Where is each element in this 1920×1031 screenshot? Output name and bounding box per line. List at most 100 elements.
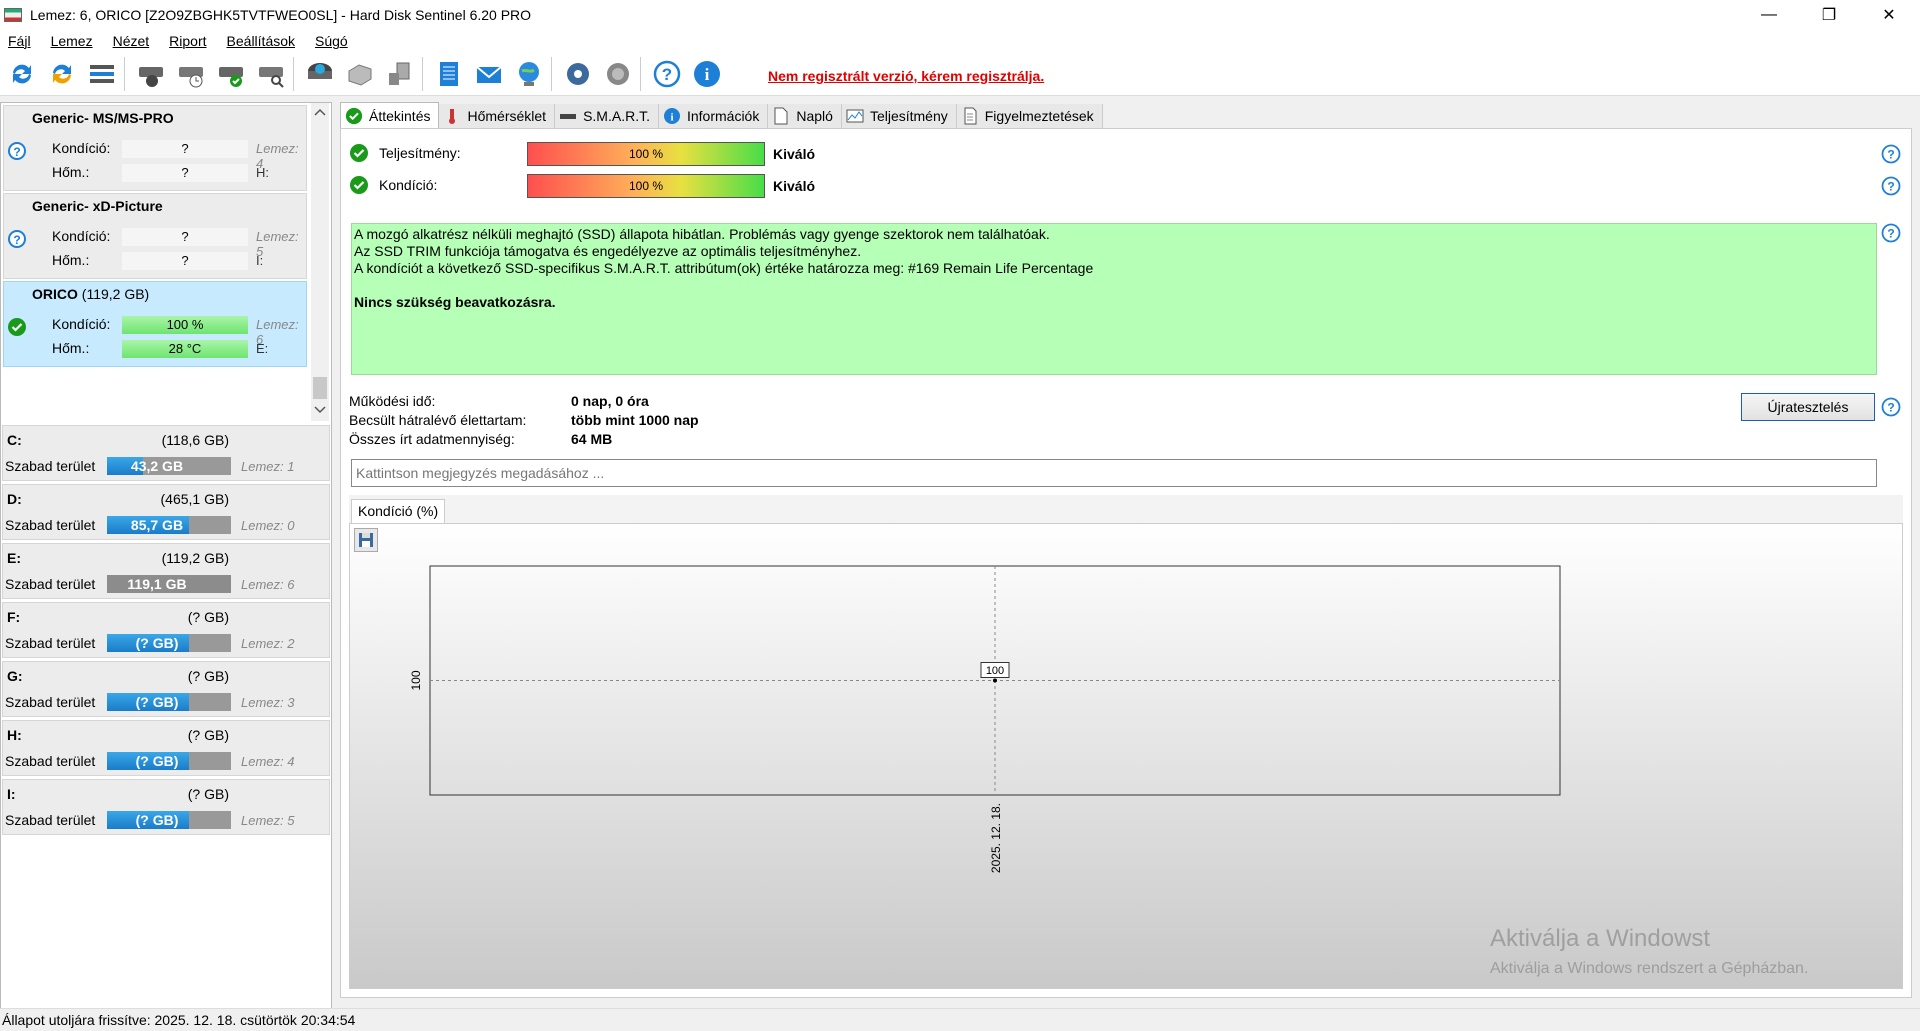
disk-timer-icon[interactable] — [173, 56, 209, 92]
disk-test-icon[interactable] — [133, 56, 169, 92]
scrollbar-thumb[interactable] — [313, 377, 327, 399]
disk-card[interactable]: Generic- xD-Picture ? Kondíció: ? Lemez:… — [3, 193, 307, 279]
alert-icon — [961, 107, 979, 125]
tab-alerts[interactable]: Figyelmeztetések — [956, 104, 1103, 128]
refresh-icon[interactable] — [4, 56, 40, 92]
partition-letter: H: — [7, 727, 22, 743]
tab-overview[interactable]: Áttekintés — [340, 102, 440, 128]
web-icon[interactable] — [511, 56, 547, 92]
temp-label: Hőm.: — [52, 164, 90, 180]
svg-text:?: ? — [1887, 180, 1894, 194]
x-tick-label: 2025. 12. 18. — [989, 803, 1003, 873]
disk-drive-icon[interactable] — [302, 56, 338, 92]
free-space-bar: 85,7 GB — [107, 516, 231, 534]
partition-item[interactable]: F: (? GB) Szabad terület (? GB) Lemez: 2 — [2, 602, 330, 658]
partition-size: (? GB) — [187, 668, 229, 684]
disk-list-icon[interactable] — [84, 56, 120, 92]
chevron-down-icon[interactable] — [314, 405, 326, 415]
data-point — [993, 678, 997, 683]
free-space-value: (? GB) — [135, 753, 179, 769]
condition-label: Kondíció: — [379, 177, 438, 193]
tab-information[interactable]: i Információk — [658, 104, 769, 128]
note-input[interactable]: Kattintson megjegyzés megadásához ... — [351, 459, 1877, 487]
report-icon[interactable] — [431, 56, 467, 92]
tab-label: Napló — [796, 108, 833, 124]
free-space-bar: (? GB) — [107, 693, 231, 711]
menu-file[interactable]: Fájl — [8, 33, 31, 49]
menu-help[interactable]: Súgó — [315, 33, 348, 49]
tab-smart[interactable]: S.M.A.R.T. — [555, 104, 659, 128]
free-space-value: (? GB) — [135, 812, 179, 828]
partition-disk: Lemez: 6 — [241, 577, 295, 592]
free-space-bar: (? GB) — [107, 752, 231, 770]
tab-label: Figyelmeztetések — [984, 108, 1094, 124]
tab-temperature[interactable]: Hőmérséklet — [439, 104, 556, 128]
help-icon[interactable]: ? — [1881, 223, 1901, 243]
partition-item[interactable]: H: (? GB) Szabad terület (? GB) Lemez: 4 — [2, 720, 330, 776]
disk-ok-icon[interactable] — [213, 56, 249, 92]
partition-item[interactable]: E: (119,2 GB) Szabad terület 119,1 GB Le… — [2, 543, 330, 599]
network-icon[interactable] — [382, 56, 418, 92]
unregistered-link[interactable]: Nem regisztrált verzió, kérem regisztrál… — [768, 68, 1044, 84]
printer-icon[interactable] — [342, 56, 378, 92]
minimize-button[interactable]: — — [1740, 0, 1798, 30]
disk-card[interactable]: Generic- MS/MS-PRO ? Kondíció: ? Lemez: … — [3, 105, 307, 191]
settings-icon[interactable] — [560, 56, 596, 92]
close-button[interactable]: ✕ — [1860, 0, 1918, 30]
drive-letter: E: — [256, 341, 269, 356]
free-space-label: Szabad terület — [5, 753, 96, 769]
tab-label: S.M.A.R.T. — [583, 108, 650, 124]
partition-size: (? GB) — [187, 727, 229, 743]
help-icon[interactable]: ? — [1881, 144, 1901, 164]
menu-bar: Fájl Lemez Nézet Riport Beállítások Súgó — [0, 30, 1920, 52]
partition-size: (465,1 GB) — [160, 491, 229, 507]
condition-value: ? — [122, 140, 248, 158]
partition-item[interactable]: C: (118,6 GB) Szabad terület 43,2 GB Lem… — [2, 425, 330, 481]
lifetime-label: Becsült hátralévő élettartam: — [349, 412, 527, 428]
help-icon[interactable]: ? — [649, 56, 685, 92]
svg-text:i: i — [670, 112, 673, 124]
retest-button[interactable]: Újratesztelés — [1741, 393, 1875, 421]
disk-search-icon[interactable] — [253, 56, 289, 92]
mail-icon[interactable] — [471, 56, 507, 92]
info-icon[interactable]: i — [689, 56, 725, 92]
disk-number: Lemez: 5 — [256, 229, 299, 259]
free-space-bar: 119,1 GB — [107, 575, 231, 593]
partition-item[interactable]: D: (465,1 GB) Szabad terület 85,7 GB Lem… — [2, 484, 330, 540]
condition-value: ? — [122, 228, 248, 246]
uptime-label: Működési idő: — [349, 393, 436, 409]
maximize-button[interactable]: ❐ — [1800, 0, 1858, 30]
disk-size: (119,2 GB) — [81, 286, 150, 302]
activation-watermark-title: Aktiválja a Windowst — [1490, 925, 1711, 952]
disk-name: Generic- MS/MS-PRO — [32, 110, 174, 126]
menu-report[interactable]: Riport — [169, 33, 206, 49]
temp-value: ? — [122, 252, 248, 270]
partition-size: (118,6 GB) — [161, 432, 229, 448]
left-panel: Generic- MS/MS-PRO ? Kondíció: ? Lemez: … — [0, 102, 332, 1010]
partition-item[interactable]: I: (? GB) Szabad terület (? GB) Lemez: 5 — [2, 779, 330, 835]
title-bar: Lemez: 6, ORICO [Z2O9ZBGHK5TVTFWEO0SL] -… — [0, 0, 1920, 30]
sound-icon[interactable] — [600, 56, 636, 92]
help-icon[interactable]: ? — [1881, 176, 1901, 196]
partition-letter: C: — [7, 432, 22, 448]
tab-performance[interactable]: Teljesítmény — [841, 104, 957, 128]
partition-item[interactable]: G: (? GB) Szabad terület (? GB) Lemez: 3 — [2, 661, 330, 717]
disk-card-selected[interactable]: ORICO (119,2 GB) Kondíció: 100 % Lemez: … — [3, 281, 307, 367]
chart-tab-condition[interactable]: Kondíció (%) — [351, 499, 446, 523]
chevron-up-icon[interactable] — [314, 107, 326, 117]
svg-text:?: ? — [1887, 401, 1894, 415]
free-space-value: 119,1 GB — [127, 576, 187, 592]
refresh-all-icon[interactable] — [44, 56, 80, 92]
condition-label: Kondíció: — [52, 316, 111, 332]
menu-view[interactable]: Nézet — [113, 33, 150, 49]
help-icon[interactable]: ? — [1881, 397, 1901, 417]
partition-size: (? GB) — [187, 609, 229, 625]
free-space-bar: 43,2 GB — [107, 457, 231, 475]
overview-panel: Teljesítmény: 100 % Kiváló ? Kondíció: 1… — [340, 128, 1912, 998]
menu-settings[interactable]: Beállítások — [227, 33, 295, 49]
disk-list-scrollbar[interactable] — [311, 103, 329, 421]
tab-log[interactable]: Napló — [768, 104, 842, 128]
partition-disk: Lemez: 1 — [241, 459, 295, 474]
free-space-label: Szabad terület — [5, 635, 96, 651]
menu-disk[interactable]: Lemez — [51, 33, 93, 49]
